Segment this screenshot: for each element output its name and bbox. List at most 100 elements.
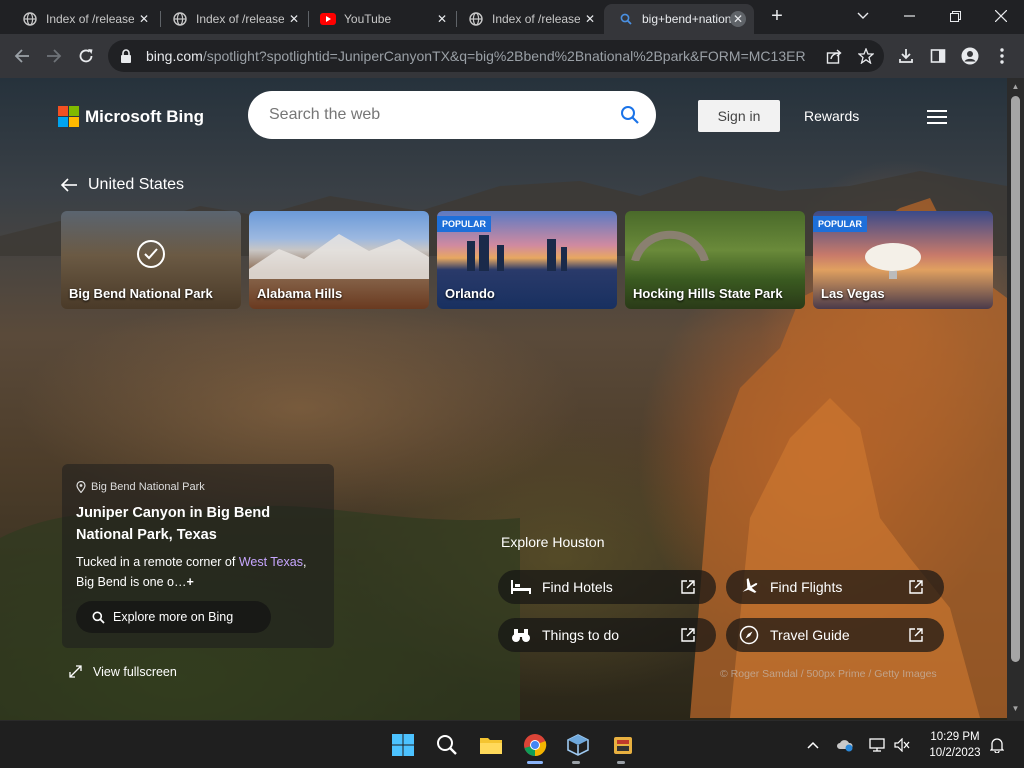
- image-credit: © Roger Samdal / 500px Prime / Getty Ima…: [720, 668, 937, 680]
- spotlight-card-hocking-hills[interactable]: Hocking Hills State Park: [625, 211, 805, 309]
- page-scrollbar[interactable]: ▲ ▼: [1007, 78, 1024, 720]
- minimize-button[interactable]: [889, 4, 929, 28]
- spotlight-card-las-vegas[interactable]: POPULAR Las Vegas: [813, 211, 993, 309]
- scroll-up-icon[interactable]: ▲: [1011, 82, 1020, 91]
- bing-spotlight-page: Microsoft Bing Sign in Rewards United St…: [0, 78, 1007, 720]
- spotlight-card-orlando[interactable]: POPULAR Orlando: [437, 211, 617, 309]
- browser-tab-1[interactable]: Index of /releases ✕: [8, 4, 158, 34]
- browser-tab-2[interactable]: Index of /releases ✕: [158, 4, 308, 34]
- expand-icon: [68, 664, 83, 679]
- side-panel-icon[interactable]: [926, 44, 950, 68]
- tab-title: big+bend+national: [642, 12, 732, 26]
- profile-icon[interactable]: [958, 44, 982, 68]
- bed-icon: [510, 577, 532, 597]
- close-tab-icon[interactable]: ✕: [286, 11, 302, 27]
- youtube-icon: [320, 11, 336, 27]
- view-fullscreen-link[interactable]: View fullscreen: [68, 664, 177, 679]
- travel-guide-link[interactable]: Travel Guide: [726, 618, 944, 652]
- tab-title: Index of /releases: [492, 12, 580, 26]
- west-texas-link[interactable]: West Texas: [239, 555, 303, 569]
- explore-more-button[interactable]: Explore more on Bing: [76, 601, 271, 633]
- tab-title: YouTube: [344, 12, 392, 26]
- find-hotels-link[interactable]: Find Hotels: [498, 570, 716, 604]
- tool-app-icon[interactable]: [610, 732, 636, 758]
- spotlight-card-big-bend[interactable]: Big Bend National Park: [61, 211, 241, 309]
- new-tab-button[interactable]: +: [767, 6, 787, 27]
- globe-icon: [172, 11, 188, 27]
- tab-strip: Index of /releases ✕ Index of /releases …: [0, 0, 1024, 34]
- url-text: bing.com/spotlight?spotlightid=JuniperCa…: [146, 48, 806, 64]
- globe-icon: [22, 11, 38, 27]
- card-label: Alabama Hills: [257, 286, 343, 301]
- close-tab-icon[interactable]: ✕: [582, 11, 598, 27]
- hamburger-menu-icon[interactable]: [927, 110, 947, 124]
- search-icon[interactable]: [620, 105, 640, 125]
- share-icon[interactable]: [822, 44, 846, 68]
- download-icon[interactable]: [894, 44, 918, 68]
- close-tab-icon[interactable]: ✕: [136, 11, 152, 27]
- expand-description-button[interactable]: +: [187, 575, 194, 589]
- file-explorer-icon[interactable]: [478, 732, 504, 758]
- onedrive-icon[interactable]: [836, 736, 854, 754]
- close-tab-icon[interactable]: ✕: [434, 11, 450, 27]
- spotlight-description: Tucked in a remote corner of West Texas,…: [76, 555, 307, 589]
- tab-title: Index of /releases: [196, 12, 284, 26]
- search-icon: [92, 611, 105, 624]
- running-app-indicator: [617, 761, 625, 764]
- popular-badge: POPULAR: [437, 216, 492, 232]
- selected-check-icon: [137, 240, 165, 268]
- bing-logo[interactable]: Microsoft Bing: [58, 106, 204, 127]
- active-app-indicator: [527, 761, 543, 764]
- more-menu-icon[interactable]: [990, 44, 1014, 68]
- tab-title: Index of /releases: [46, 12, 134, 26]
- taskbar-search-icon[interactable]: [434, 732, 460, 758]
- spotlight-title: Juniper Canyon in Big Bend National Park…: [76, 505, 271, 543]
- system-clock[interactable]: 10:29 PM 10/2/2023: [920, 729, 990, 761]
- windows-start-icon[interactable]: [390, 732, 416, 758]
- virtualbox-icon[interactable]: [565, 732, 591, 758]
- things-to-do-link[interactable]: Things to do: [498, 618, 716, 652]
- browser-tab-4[interactable]: Index of /releases ✕: [454, 4, 604, 34]
- explore-heading: Explore Houston: [501, 534, 605, 550]
- lock-icon[interactable]: [120, 49, 134, 63]
- search-box[interactable]: [248, 91, 656, 139]
- external-link-icon: [908, 627, 924, 643]
- popular-badge: POPULAR: [813, 216, 868, 232]
- network-icon[interactable]: [868, 736, 886, 754]
- close-tab-icon[interactable]: ✕: [730, 11, 746, 27]
- forward-arrow-icon[interactable]: [42, 44, 66, 68]
- tray-overflow-chevron-icon[interactable]: [804, 736, 822, 754]
- sign-in-button[interactable]: Sign in: [698, 100, 780, 132]
- close-window-button[interactable]: [981, 4, 1021, 28]
- running-app-indicator: [572, 761, 580, 764]
- rewards-link[interactable]: Rewards: [804, 108, 859, 124]
- back-arrow-icon[interactable]: [10, 44, 34, 68]
- external-link-icon: [680, 579, 696, 595]
- globe-icon: [468, 11, 484, 27]
- back-arrow-icon: [60, 178, 78, 192]
- search-input[interactable]: [269, 106, 599, 124]
- spotlight-info-panel: Big Bend National Park Juniper Canyon in…: [62, 464, 334, 648]
- restore-button[interactable]: [935, 4, 975, 28]
- browser-tab-3[interactable]: YouTube ✕: [306, 4, 456, 34]
- find-flights-link[interactable]: Find Flights: [726, 570, 944, 604]
- binoculars-icon: [510, 625, 532, 645]
- browser-tab-active[interactable]: big+bend+national ✕: [604, 4, 754, 34]
- bookmark-star-icon[interactable]: [854, 44, 878, 68]
- location-tag: Big Bend National Park: [76, 480, 205, 494]
- scroll-down-icon[interactable]: ▼: [1011, 704, 1020, 713]
- tab-search-chevron-icon[interactable]: [843, 4, 883, 28]
- region-label: United States: [88, 176, 185, 193]
- external-link-icon: [680, 627, 696, 643]
- address-bar[interactable]: bing.com/spotlight?spotlightid=JuniperCa…: [108, 40, 884, 72]
- brand-text: Microsoft Bing: [85, 106, 204, 126]
- spotlight-card-alabama-hills[interactable]: Alabama Hills: [249, 211, 429, 309]
- reload-icon[interactable]: [74, 44, 98, 68]
- airplane-icon: [738, 577, 760, 597]
- volume-muted-icon[interactable]: [893, 736, 911, 754]
- microsoft-logo-icon: [58, 106, 79, 127]
- notification-bell-icon[interactable]: [988, 736, 1006, 754]
- scrollbar-thumb[interactable]: [1011, 96, 1020, 662]
- back-to-region-link[interactable]: United States: [60, 176, 184, 194]
- chrome-icon[interactable]: [522, 732, 548, 758]
